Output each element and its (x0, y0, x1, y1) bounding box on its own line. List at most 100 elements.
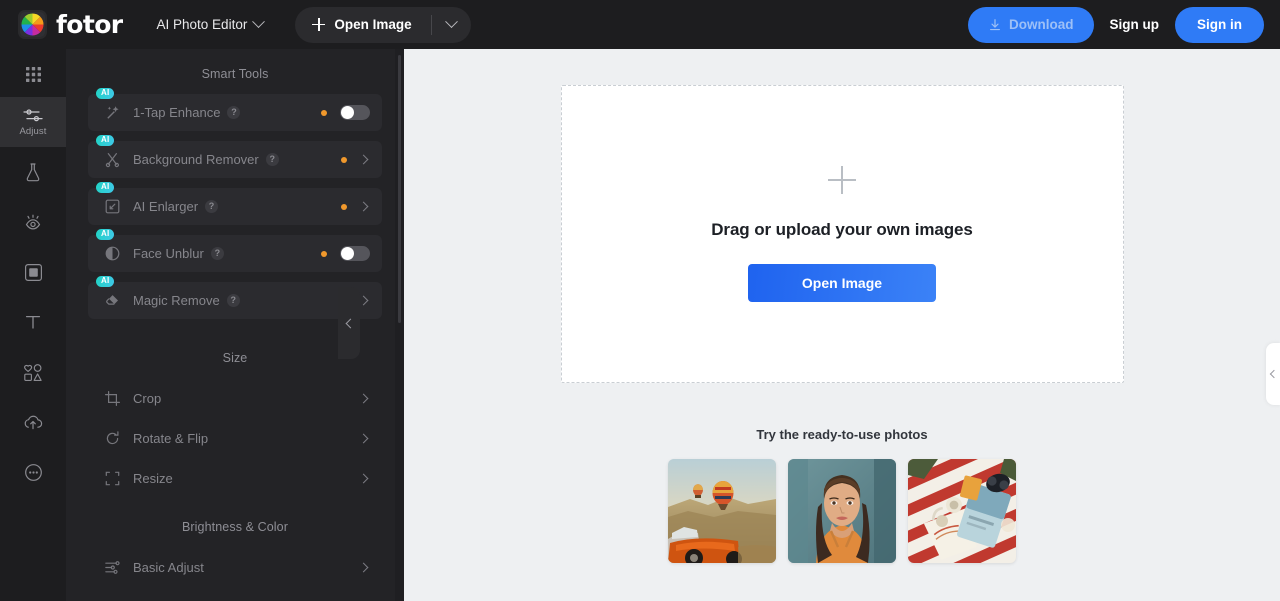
tool-resize[interactable]: Resize (88, 458, 382, 498)
tool-crop[interactable]: Crop (88, 378, 382, 418)
plus-icon (312, 18, 326, 31)
more-circle-icon (24, 463, 42, 481)
hot-air-balloons-orange-car-photo[interactable] (668, 459, 776, 563)
eraser-icon (102, 292, 122, 309)
chevron-right-icon[interactable] (358, 295, 369, 306)
chevron-left-icon (1269, 369, 1279, 379)
question-icon[interactable]: ? (205, 200, 219, 213)
tool-label: Basic Adjust (133, 559, 204, 575)
tool-label: Face Unblur (133, 246, 204, 261)
open-image-button[interactable]: Open Image (748, 264, 936, 302)
tool-background-remover[interactable]: AI Background Remover ? (88, 135, 382, 178)
tool-controls (341, 201, 370, 212)
app-header: fotor AI Photo Editor Open Image Downloa… (0, 0, 1280, 49)
chevron-right-icon[interactable] (358, 562, 369, 572)
app-body: Adjust Smart Tools AI 1-Tap Enhance ? AI… (0, 49, 1280, 601)
rail-item-apps[interactable] (0, 52, 66, 97)
picnic-blanket-flatlay-photo[interactable] (908, 459, 1016, 563)
rail-item-retouch[interactable] (0, 197, 66, 247)
chevron-right-icon[interactable] (358, 393, 369, 403)
pro-dot-badge (321, 109, 327, 116)
flask-beauty-icon (26, 163, 40, 182)
thumbnail-image (788, 459, 896, 563)
tool-label: Crop (133, 390, 162, 406)
section-title-brightness-color: Brightness & Color (181, 520, 288, 534)
sign-up-link[interactable]: Sign up (1106, 17, 1164, 32)
download-icon (990, 18, 1000, 30)
tool-controls (321, 246, 370, 261)
resize-icon (102, 470, 122, 487)
tools-panel-scrollbar[interactable] (398, 55, 401, 323)
open-image-header-button[interactable]: Open Image (295, 6, 471, 43)
ready-photos-title: Try the ready-to-use photos (756, 427, 928, 442)
chevron-right-icon[interactable] (358, 201, 369, 212)
crop-icon (102, 390, 122, 407)
question-icon[interactable]: ? (227, 106, 241, 119)
ai-badge: AI (96, 276, 115, 288)
magic-wand-icon (102, 104, 122, 121)
thumbnail-image (668, 459, 776, 563)
rotate-icon (102, 430, 122, 447)
tool-ai-enlarger[interactable]: AI AI Enlarger ? (88, 182, 382, 225)
tool-rotate-flip[interactable]: Rotate & Flip (88, 418, 382, 458)
pro-dot-badge (321, 250, 327, 257)
question-icon[interactable]: ? (265, 153, 279, 166)
editor-mode-label: AI Photo Editor (156, 17, 248, 32)
rail-item-text[interactable] (0, 297, 66, 347)
tool-basic-adjust[interactable]: Basic Adjust (88, 547, 382, 587)
chevron-right-icon[interactable] (358, 154, 369, 165)
download-button[interactable]: Download (968, 6, 1094, 43)
rail-item-more[interactable] (0, 447, 66, 497)
editor-mode-selector[interactable]: AI Photo Editor (156, 15, 266, 32)
toggle-knob (341, 247, 354, 260)
apps-grid-icon (25, 67, 41, 82)
tool-toggle-switch[interactable] (340, 105, 370, 120)
ready-photos-list (668, 459, 1016, 563)
woman-portrait-orange-top-photo[interactable] (788, 459, 896, 563)
rail-item-adjust[interactable]: Adjust (0, 97, 66, 147)
brand[interactable]: fotor (18, 10, 123, 39)
eye-retouch-icon (25, 214, 41, 230)
rail-item-cloud-upload[interactable] (0, 397, 66, 447)
tool-controls (341, 154, 370, 165)
download-label: Download (1009, 17, 1074, 32)
tool-controls (321, 105, 370, 120)
rail-item-elements[interactable] (0, 347, 66, 397)
question-icon[interactable]: ? (210, 247, 224, 260)
toggle-knob (341, 106, 354, 119)
collapse-right-panel-tab[interactable] (1266, 343, 1280, 405)
ai-badge: AI (96, 182, 115, 194)
enlarge-icon (102, 198, 122, 215)
question-icon[interactable]: ? (226, 294, 240, 307)
fotor-color-wheel-logo-svg (20, 12, 45, 37)
dropzone-text: Drag or upload your own images (711, 220, 973, 239)
image-dropzone[interactable]: Drag or upload your own images Open Imag… (560, 85, 1124, 383)
open-image-dropdown-toggle[interactable] (432, 15, 471, 29)
tool-controls (358, 562, 370, 572)
tool-toggle-switch[interactable] (340, 246, 370, 261)
chevron-down-icon (252, 15, 266, 29)
tool-label: 1-Tap Enhance (133, 105, 221, 120)
tool-1-tap-enhance[interactable]: AI 1-Tap Enhance ? (88, 88, 382, 131)
scissors-icon (102, 151, 122, 168)
cloud-upload-icon (24, 415, 43, 429)
pro-dot-badge (341, 203, 347, 210)
rail-item-frame[interactable] (0, 247, 66, 297)
sign-in-button[interactable]: Sign in (1175, 6, 1264, 43)
open-image-label: Open Image (334, 17, 412, 32)
chevron-right-icon[interactable] (358, 473, 369, 483)
tool-label: Magic Remove (133, 293, 220, 308)
brand-name: fotor (56, 10, 123, 39)
open-image-main[interactable]: Open Image (295, 7, 430, 43)
section-title-smart-tools: Smart Tools (201, 67, 269, 81)
tool-label: Background Remover (133, 152, 259, 167)
collapse-panel-tab[interactable] (338, 287, 360, 359)
ai-badge: AI (96, 135, 115, 147)
rail-item-beauty[interactable] (0, 147, 66, 197)
tool-label: Rotate & Flip (133, 430, 209, 446)
tool-face-unblur[interactable]: AI Face Unblur ? (88, 229, 382, 272)
header-actions: Download Sign up Sign in (968, 6, 1264, 43)
left-icon-rail: Adjust (0, 49, 66, 601)
chevron-right-icon[interactable] (358, 433, 369, 443)
face-unblur-icon (102, 245, 122, 262)
